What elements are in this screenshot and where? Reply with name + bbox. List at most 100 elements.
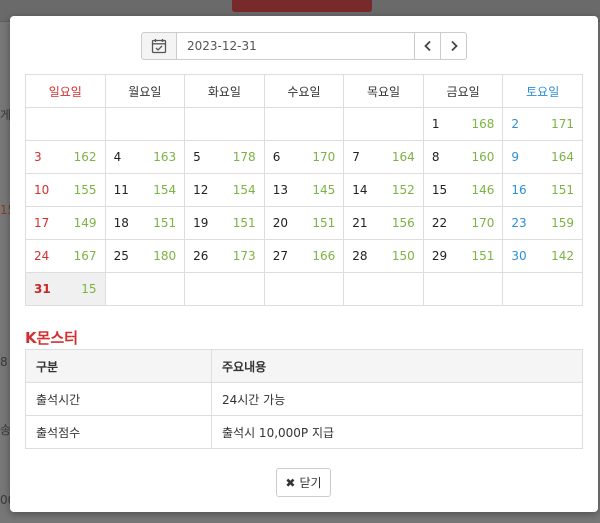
day-number: 26 [193,249,209,263]
close-button-label: 닫기 [299,476,322,490]
calendar-day-cell[interactable]: 22 170 [422,206,504,240]
calendar-day-cell[interactable]: 3 162 [25,140,106,174]
attendance-count: 166 [312,249,336,263]
calendar-day-cell[interactable]: 14 152 [343,173,424,207]
background-text: 8 [0,355,8,369]
day-number: 30 [511,249,527,263]
attendance-count: 171 [551,117,574,131]
calendar-day-cell[interactable]: 6 170 [263,140,345,174]
attendance-count: 173 [232,249,256,263]
calendar-day-cell[interactable]: 29 151 [422,239,504,273]
attendance-count: 170 [312,150,336,164]
calendar-day-cell[interactable]: 11 154 [104,173,186,207]
attendance-count: 156 [391,216,415,230]
day-number: 5 [193,150,201,164]
next-month-button[interactable] [441,32,467,60]
date-picker-button[interactable] [141,32,177,60]
day-number: 17 [34,216,50,230]
calendar-day-cell[interactable]: 31 15 [25,272,106,306]
close-icon: ✖ [285,475,296,490]
day-number: 18 [113,216,129,230]
attendance-count: 151 [551,183,574,197]
close-button[interactable]: ✖ 닫기 [276,468,331,497]
calendar-day-cell[interactable]: 25 180 [104,239,186,273]
info-title: K몬스터 [25,329,79,347]
calendar-day-cell[interactable]: 4 163 [104,140,186,174]
weekday-header: 수요일 [263,74,345,108]
attendance-count: 151 [312,216,336,230]
date-navigation [141,32,467,60]
calendar-day-cell[interactable]: 26 173 [184,239,265,273]
calendar-empty-cell [343,272,424,306]
calendar-empty-cell [104,272,186,306]
date-input[interactable] [177,32,415,60]
weekday-header: 일요일 [25,74,106,108]
attendance-count: 180 [153,249,177,263]
attendance-count: 151 [153,216,177,230]
day-number: 1 [431,117,440,131]
calendar-day-cell[interactable]: 30 142 [502,239,583,273]
calendar-day-cell[interactable]: 27 166 [263,239,345,273]
day-number: 27 [272,249,288,263]
day-number: 11 [113,183,129,197]
attendance-count: 162 [73,150,97,164]
attendance-count: 178 [232,150,256,164]
calendar-day-cell[interactable]: 2 171 [502,107,583,141]
day-number: 24 [34,249,50,263]
calendar-week-row: 31 15 [25,272,583,306]
info-row: 출석점수 출석시 10,000P 지급 [25,415,583,449]
attendance-count: 164 [551,150,574,164]
calendar-day-cell[interactable]: 13 145 [263,173,345,207]
calendar-week-row: 24 167 25 180 26 173 27 166 28 150 29 151 30 142 [25,239,583,273]
attendance-count: 151 [471,249,495,263]
info-row-category: 출석시간 [25,382,212,416]
info-row-content: 출석시 10,000P 지급 [211,415,583,449]
calendar-day-cell[interactable]: 28 150 [343,239,424,273]
calendar-day-cell[interactable]: 12 154 [184,173,265,207]
info-row-content: 24시간 가능 [211,382,583,416]
calendar-day-cell[interactable]: 20 151 [263,206,345,240]
weekday-header: 목요일 [343,74,424,108]
attendance-calendar: 일요일 월요일 화요일 수요일 목요일 금요일 토요일 1 168 2 171 3 162 4 163 5 1… [25,74,583,306]
day-number: 20 [272,216,288,230]
day-number: 29 [431,249,448,263]
attendance-count: 154 [232,183,256,197]
calendar-day-cell[interactable]: 16 151 [502,173,583,207]
calendar-day-cell[interactable]: 24 167 [25,239,106,273]
calendar-day-cell[interactable]: 19 151 [184,206,265,240]
weekday-header-row: 일요일 월요일 화요일 수요일 목요일 금요일 토요일 [25,74,583,108]
weekday-header: 월요일 [104,74,186,108]
prev-month-button[interactable] [415,32,441,60]
info-row: 출석시간 24시간 가능 [25,382,583,416]
attendance-count: 146 [471,183,495,197]
day-number: 15 [431,183,448,197]
calendar-day-cell[interactable]: 23 159 [502,206,583,240]
chevron-left-icon [423,40,431,52]
weekday-header: 토요일 [502,74,583,108]
calendar-day-cell[interactable]: 10 155 [25,173,106,207]
calendar-day-cell[interactable]: 1 168 [422,107,504,141]
calendar-day-cell[interactable]: 5 178 [184,140,265,174]
day-number: 7 [352,150,360,164]
calendar-empty-cell [263,272,345,306]
calendar-day-cell[interactable]: 21 156 [343,206,424,240]
calendar-body: 1 168 2 171 3 162 4 163 5 178 6 170 7 164 8 160 9 164 10 15… [25,107,583,306]
calendar-day-cell[interactable]: 15 146 [422,173,504,207]
day-number: 12 [193,183,209,197]
calendar-day-cell[interactable]: 9 164 [502,140,583,174]
attendance-count: 155 [73,183,97,197]
calendar-day-cell[interactable]: 8 160 [422,140,504,174]
calendar-empty-cell [25,107,106,141]
calendar-day-cell[interactable]: 17 149 [25,206,106,240]
attendance-count: 160 [471,150,495,164]
day-number: 2 [511,117,520,131]
calendar-day-cell[interactable]: 7 164 [343,140,424,174]
attendance-count: 152 [391,183,415,197]
calendar-empty-cell [502,272,583,306]
attendance-count: 168 [471,117,495,131]
calendar-day-cell[interactable]: 18 151 [104,206,186,240]
calendar-week-row: 10 155 11 154 12 154 13 145 14 152 15 146 16 151 [25,173,583,207]
day-number: 3 [34,150,42,164]
day-number: 14 [352,183,368,197]
info-header-row: 구분 주요내용 [25,349,583,383]
